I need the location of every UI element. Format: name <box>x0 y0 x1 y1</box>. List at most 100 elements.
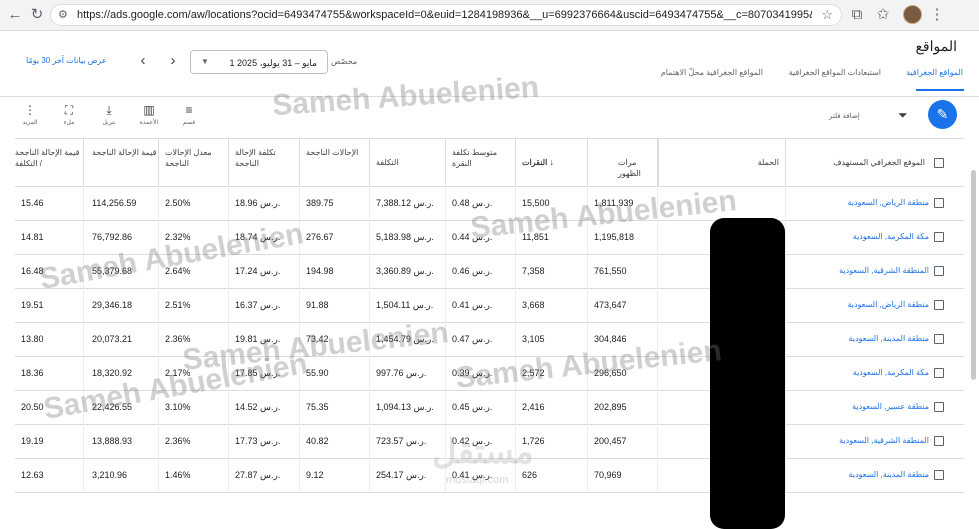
cell-location[interactable]: منطقة الرياض, السعودية <box>785 186 933 220</box>
tab-location-exclusions[interactable]: استبعادات المواقع الجغرافية <box>789 68 881 77</box>
cell-cost: 1,094.13 ر.س. <box>369 390 445 424</box>
sort-descending-icon: ↓ <box>549 157 555 167</box>
expand-button[interactable]: ⛶ ملء <box>54 103 84 126</box>
row-checkbox[interactable] <box>934 266 944 276</box>
cell-cost-per-conv: 27.87 ر.س. <box>228 458 299 492</box>
address-bar[interactable]: ⚙ https://ads.google.com/aw/locations?oc… <box>50 4 842 26</box>
cell-value-per-cost: 15.46 <box>21 198 44 208</box>
header-value-per-cost[interactable]: قيمة الإحالة الناجحة / التكلفة <box>15 139 83 186</box>
segment-button[interactable]: ≡ قسم <box>174 103 204 126</box>
segment-icon: ≡ <box>185 103 193 117</box>
favorites-icon[interactable]: ✩ <box>874 6 892 24</box>
row-checkbox[interactable] <box>934 232 944 242</box>
browser-menu-icon[interactable]: ⋮ <box>928 6 946 24</box>
tab-locations-of-interest[interactable]: المواقع الجغرافية محلّ الاهتمام <box>661 68 763 77</box>
header-impressions[interactable]: مرات الظهور <box>587 139 657 186</box>
more-button[interactable]: ⋮ المزيد <box>15 103 45 126</box>
horizontal-scroll-handle[interactable] <box>971 170 976 380</box>
header-avg-cpc[interactable]: متوسط تكلفة النقرة <box>445 139 515 186</box>
cell-clicks: 3,668 <box>515 288 587 322</box>
cell-clicks: 2,416 <box>515 390 587 424</box>
cell-conversions: 40.82 <box>299 424 369 458</box>
date-range-picker[interactable]: 1 مايو – 31 يوليو، 2025 ▼ <box>190 50 328 74</box>
cell-avg-cpc: 0.45 ر.س. <box>445 390 515 424</box>
cell-value-per-cost: 18.36 <box>21 368 44 378</box>
show-last-30-days-link[interactable]: عرض بيانات آخر 30 يومًا <box>26 56 107 65</box>
cell-conversions: 276.67 <box>299 220 369 254</box>
back-arrow-icon[interactable]: ← <box>6 6 24 24</box>
chevron-left-icon[interactable]: ‹ <box>134 52 152 70</box>
select-all-checkbox[interactable] <box>934 158 944 168</box>
cell-conv-rate: 2.51% <box>158 288 228 322</box>
cell-conv-rate: 1.46% <box>158 458 228 492</box>
table-header-row: قيمة الإحالة الناجحة / التكلفة قيمة الإح… <box>15 139 964 187</box>
expand-icon: ⛶ <box>64 103 74 117</box>
cell-cost: 5,183.98 ر.س. <box>369 220 445 254</box>
row-checkbox[interactable] <box>934 300 944 310</box>
cell-conversions: 9.12 <box>299 458 369 492</box>
site-info-icon[interactable]: ⚙ <box>58 8 68 21</box>
header-campaign[interactable]: الحملة <box>657 139 785 186</box>
edit-pencil-icon[interactable]: ✎ <box>928 100 957 129</box>
cell-location[interactable]: المنطقة الشرقية, السعودية <box>785 424 933 458</box>
cell-conv-value: 20,073.21 <box>83 322 158 356</box>
active-tab-indicator <box>916 89 964 91</box>
cell-conv-value: 114,256.59 <box>83 186 158 220</box>
download-icon: ⤓ <box>106 103 112 117</box>
bookmark-star-icon[interactable]: ☆ <box>821 7 833 23</box>
header-cost-per-conv[interactable]: تكلفة الإحالة الناجحة <box>228 139 299 186</box>
filter-icon[interactable]: ⏷ <box>898 108 908 123</box>
header-clicks-sorted[interactable]: النقرات ↓ <box>515 139 587 186</box>
row-checkbox[interactable] <box>934 470 944 480</box>
tab-locations[interactable]: المواقع الجغرافية <box>906 68 963 77</box>
cell-impressions: 761,550 <box>587 254 657 288</box>
locations-table: قيمة الإحالة الناجحة / التكلفة قيمة الإح… <box>15 138 964 493</box>
columns-button[interactable]: ▥ الأعمدة <box>134 103 164 126</box>
cell-cost-per-conv: 18.96 ر.س. <box>228 186 299 220</box>
cell-value-per-cost: 13.80 <box>21 334 44 344</box>
header-cost[interactable]: التكلفة <box>369 139 445 186</box>
cell-impressions: 70,969 <box>587 458 657 492</box>
cell-avg-cpc: 0.41 ر.س. <box>445 288 515 322</box>
row-checkbox[interactable] <box>934 436 944 446</box>
cell-avg-cpc: 0.47 ر.س. <box>445 322 515 356</box>
add-filter-button[interactable]: إضافة فلتر <box>829 112 860 120</box>
locations-tabs: المواقع الجغرافية استبعادات المواقع الجغ… <box>633 68 963 90</box>
extensions-icon[interactable]: ⧉ <box>848 6 866 24</box>
page-title: المواقع <box>915 38 957 54</box>
download-button[interactable]: ⤓ تنزيل <box>94 103 124 126</box>
url-text: https://ads.google.com/aw/locations?ocid… <box>77 9 812 21</box>
row-checkbox[interactable] <box>934 334 944 344</box>
date-range-text: 1 مايو – 31 يوليو، 2025 <box>229 58 317 68</box>
row-checkbox[interactable] <box>934 368 944 378</box>
row-checkbox[interactable] <box>934 198 944 208</box>
table-row[interactable]: 13.80 20,073.21 2.36% 19.81 ر.س. 73.42 1,454.… <box>15 322 964 357</box>
cell-location[interactable]: مكة المكرمة, السعودية <box>785 220 933 254</box>
header-conv-rate[interactable]: معدل الإحالات الناجحة <box>158 139 228 186</box>
chevron-right-icon[interactable]: › <box>164 52 182 70</box>
cell-location[interactable]: منطقة عسير, السعودية <box>785 390 933 424</box>
redacted-campaign-column <box>710 218 785 529</box>
header-conv-value[interactable]: قيمة الإحالة الناجحة <box>83 139 158 186</box>
header-conversions[interactable]: الإحالات الناجحة <box>299 139 369 186</box>
cell-conv-rate: 2.50% <box>158 186 228 220</box>
cell-location[interactable]: منطقة المدينة, السعودية <box>785 458 933 492</box>
browser-toolbar: ← ↻ ⚙ https://ads.google.com/aw/location… <box>0 0 979 31</box>
cell-location[interactable]: المنطقة الشرقية, السعودية <box>785 254 933 288</box>
cell-location[interactable]: منطقة المدينة, السعودية <box>785 322 933 356</box>
cell-value-per-cost: 14.81 <box>21 232 44 242</box>
cell-location[interactable]: مكة المكرمة, السعودية <box>785 356 933 390</box>
cell-conversions: 389.75 <box>299 186 369 220</box>
row-checkbox[interactable] <box>934 402 944 412</box>
header-location[interactable]: الموقع الجغرافي المستهدف <box>785 139 933 186</box>
reload-icon[interactable]: ↻ <box>28 6 46 24</box>
cell-cost: 7,388.12 ر.س. <box>369 186 445 220</box>
table-row[interactable]: 19.51 29,346.18 2.51% 16.37 ر.س. 91.88 1,504.… <box>15 288 964 323</box>
cell-cost-per-conv: 17.73 ر.س. <box>228 424 299 458</box>
cell-location[interactable]: منطقة الرياض, السعودية <box>785 288 933 322</box>
profile-avatar[interactable] <box>903 5 922 24</box>
columns-icon: ▥ <box>143 103 155 117</box>
mostaql-url: mostaql.com <box>446 474 509 486</box>
date-range-type-label: مخصّص <box>331 57 358 66</box>
cell-conversions: 75.35 <box>299 390 369 424</box>
